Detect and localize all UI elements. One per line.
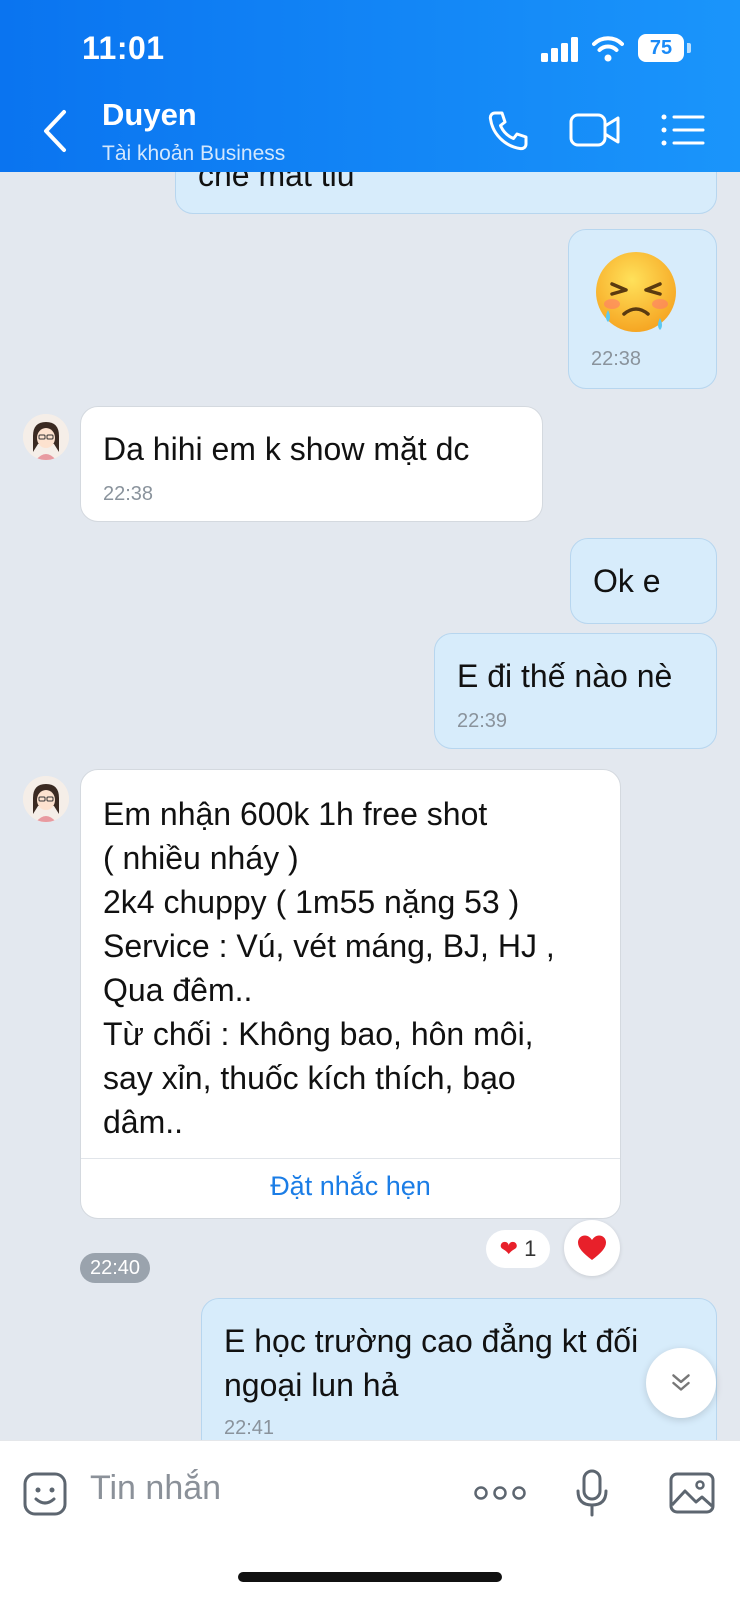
- chevron-double-down-icon: [672, 1374, 690, 1391]
- message-text: che mat tiu: [198, 172, 355, 193]
- message-bubble-outgoing[interactable]: E đi thế nào nè 22:39: [434, 633, 717, 749]
- reaction-summary[interactable]: ❤ 1: [486, 1230, 550, 1268]
- message-bubble-incoming[interactable]: Da hihi em k show mặt dc 22:38: [80, 406, 543, 522]
- message-time: 22:38: [103, 483, 154, 505]
- heart-icon: [578, 1235, 606, 1260]
- scroll-to-bottom-button[interactable]: [646, 1348, 716, 1418]
- message-text: E học trường cao đẳng kt đối ngoại lun h…: [224, 1323, 639, 1403]
- react-button[interactable]: [564, 1220, 620, 1276]
- message-bubble-outgoing[interactable]: E học trường cao đẳng kt đối ngoại lun h…: [201, 1298, 717, 1440]
- heart-icon: ❤: [499, 1236, 519, 1261]
- avatar[interactable]: [23, 776, 69, 822]
- avatar[interactable]: [23, 414, 69, 460]
- message-time: 22:38: [591, 348, 642, 370]
- sticker-icon[interactable]: [22, 1471, 68, 1517]
- message-bubble-outgoing[interactable]: che mat tiu: [175, 172, 717, 214]
- back-button[interactable]: [38, 108, 72, 154]
- message-time: 22:39: [457, 710, 508, 732]
- more-options-icon[interactable]: [474, 1485, 526, 1501]
- cellular-signal-icon: [541, 36, 579, 62]
- contact-name[interactable]: Duyen: [102, 97, 197, 133]
- sad-tear-emoji: [596, 252, 676, 332]
- phone-call-icon[interactable]: [486, 109, 530, 153]
- message-bubble-incoming[interactable]: Em nhận 600k 1h free shot ( nhiều nháy )…: [80, 769, 621, 1219]
- chat-header: 11:01 75 Duyen Tài khoản Business: [0, 0, 740, 172]
- message-input[interactable]: Tin nhắn: [90, 1469, 221, 1508]
- wifi-icon: [592, 36, 624, 62]
- message-time: 22:41: [224, 1417, 275, 1439]
- message-text: Da hihi em k show mặt dc: [103, 431, 470, 467]
- message-text: Em nhận 600k 1h free shot ( nhiều nháy )…: [103, 796, 555, 1140]
- image-gallery-icon[interactable]: [668, 1471, 716, 1515]
- avatar-girl-icon: [23, 414, 69, 460]
- status-time: 11:01: [82, 30, 165, 66]
- message-list[interactable]: che mat tiu 22:38 Da hihi em k show mặt …: [0, 172, 740, 1440]
- message-time: 22:40: [80, 1253, 150, 1283]
- home-indicator: [238, 1572, 502, 1582]
- message-bubble-outgoing[interactable]: 22:38: [568, 229, 717, 389]
- reaction-count: 1: [524, 1236, 537, 1261]
- avatar-girl-icon: [23, 776, 69, 822]
- message-bubble-outgoing[interactable]: Ok e: [570, 538, 717, 624]
- microphone-icon[interactable]: [575, 1469, 609, 1517]
- video-call-icon[interactable]: [569, 110, 621, 150]
- message-text: Ok e: [593, 563, 661, 599]
- account-type: Tài khoản Business: [102, 142, 286, 165]
- divider: [81, 1158, 620, 1159]
- set-reminder-button[interactable]: Đặt nhắc hẹn: [81, 1171, 620, 1202]
- list-menu-icon[interactable]: [660, 110, 706, 150]
- battery-tip: [687, 43, 691, 53]
- message-text: E đi thế nào nè: [457, 658, 673, 694]
- battery-icon: 75: [638, 34, 684, 62]
